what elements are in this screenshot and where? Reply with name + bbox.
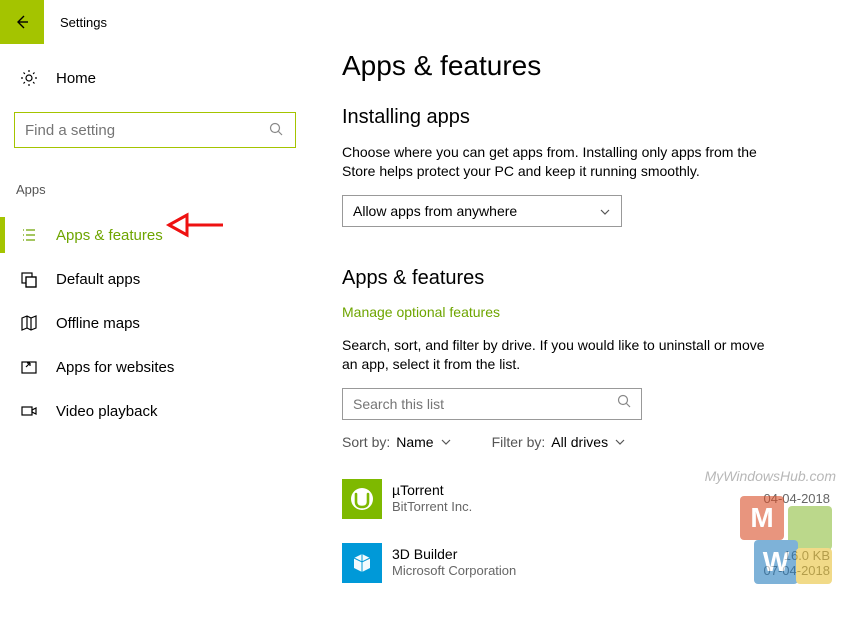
sidebar-item-label: Apps for websites (56, 359, 174, 376)
app-size: 16.0 KB (764, 548, 831, 563)
install-source-dropdown[interactable]: Allow apps from anywhere (342, 195, 622, 227)
sort-value: Name (396, 434, 433, 450)
find-setting-input[interactable] (25, 122, 269, 139)
titlebar: Settings (0, 0, 854, 44)
map-icon (20, 314, 38, 332)
search-apps[interactable] (342, 388, 642, 420)
sort-by-control[interactable]: Sort by: Name (342, 434, 452, 450)
app-row[interactable]: µTorrent BitTorrent Inc. 04-04-2018 (342, 472, 830, 526)
sort-filter-row: Sort by: Name Filter by: All drives (342, 434, 830, 450)
dropdown-value: Allow apps from anywhere (353, 203, 599, 219)
back-button[interactable] (0, 0, 44, 44)
app-icon-3dbuilder (342, 543, 382, 583)
sidebar-item-apps-websites[interactable]: Apps for websites (8, 345, 302, 389)
installing-desc: Choose where you can get apps from. Inst… (342, 143, 782, 181)
content-pane: Apps & features Installing apps Choose w… (310, 44, 854, 620)
sidebar-category: Apps (16, 182, 302, 197)
chevron-down-icon (599, 205, 611, 217)
default-apps-icon (20, 270, 38, 288)
app-publisher: BitTorrent Inc. (392, 499, 764, 515)
sort-label: Sort by: (342, 434, 390, 450)
app-date: 07-04-2018 (764, 563, 831, 578)
filter-label: Filter by: (492, 434, 546, 450)
list-icon (20, 226, 38, 244)
sidebar-item-label: Offline maps (56, 315, 140, 332)
filter-value: All drives (551, 434, 608, 450)
video-icon (20, 402, 38, 420)
search-icon (617, 394, 631, 413)
app-date: 04-04-2018 (764, 491, 831, 506)
apps-heading: Apps & features (342, 267, 830, 290)
search-icon (269, 122, 285, 138)
app-row[interactable]: 3D Builder Microsoft Corporation 16.0 KB… (342, 536, 830, 590)
sidebar: Home Apps Apps & features Default apps (0, 44, 310, 620)
sidebar-item-label: Apps & features (56, 227, 163, 244)
manage-optional-link[interactable]: Manage optional features (342, 304, 500, 320)
open-external-icon (20, 358, 38, 376)
sidebar-item-default-apps[interactable]: Default apps (8, 257, 302, 301)
home-nav[interactable]: Home (8, 58, 302, 98)
sidebar-item-apps-features[interactable]: Apps & features (8, 213, 302, 257)
sidebar-item-label: Default apps (56, 271, 140, 288)
sidebar-item-offline-maps[interactable]: Offline maps (8, 301, 302, 345)
sidebar-item-label: Video playback (56, 403, 157, 420)
sidebar-nav: Apps & features Default apps Offline map… (8, 213, 302, 433)
app-icon-utorrent (342, 479, 382, 519)
filter-by-control[interactable]: Filter by: All drives (492, 434, 626, 450)
sidebar-item-video-playback[interactable]: Video playback (8, 389, 302, 433)
app-publisher: Microsoft Corporation (392, 563, 764, 579)
app-name: µTorrent (392, 482, 764, 499)
gear-icon (20, 69, 38, 87)
window-title: Settings (60, 15, 107, 30)
app-list: µTorrent BitTorrent Inc. 04-04-2018 3D B… (342, 472, 830, 590)
apps-desc: Search, sort, and filter by drive. If yo… (342, 336, 782, 374)
find-setting-search[interactable] (14, 112, 296, 148)
chevron-down-icon (440, 436, 452, 448)
search-apps-input[interactable] (353, 396, 617, 412)
back-arrow-icon (13, 13, 31, 31)
installing-heading: Installing apps (342, 106, 830, 129)
page-title: Apps & features (342, 50, 830, 82)
chevron-down-icon (614, 436, 626, 448)
app-name: 3D Builder (392, 546, 764, 563)
home-label: Home (56, 70, 96, 87)
